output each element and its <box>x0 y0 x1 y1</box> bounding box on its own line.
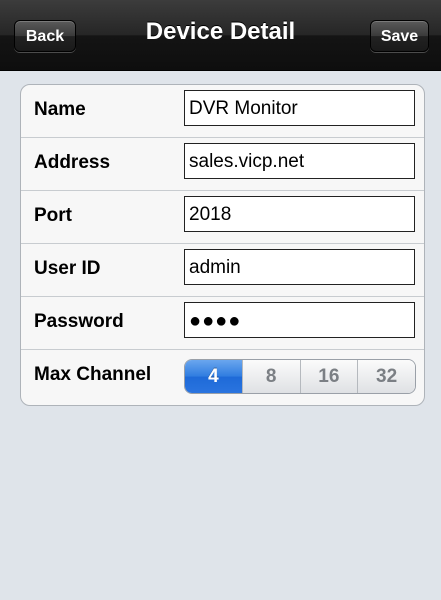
max-channel-segmented-control: 4 8 16 32 <box>184 359 416 394</box>
password-field[interactable]: ●●●● <box>184 302 415 338</box>
form-row-user-id: User ID admin <box>21 244 424 297</box>
device-form: Name DVR Monitor Address sales.vicp.net … <box>20 84 425 406</box>
password-label: Password <box>34 311 124 332</box>
max-channel-label: Max Channel <box>34 364 152 385</box>
channel-option-32[interactable]: 32 <box>357 360 415 393</box>
channel-option-8[interactable]: 8 <box>241 360 300 393</box>
address-field[interactable]: sales.vicp.net <box>184 143 415 179</box>
form-row-port: Port 2018 <box>21 191 424 244</box>
channel-option-16[interactable]: 16 <box>299 360 358 393</box>
user-id-label: User ID <box>34 258 101 279</box>
form-row-max-channel: Max Channel 4 8 16 32 <box>21 350 424 405</box>
port-label: Port <box>34 205 72 226</box>
name-label: Name <box>34 99 86 120</box>
name-field[interactable]: DVR Monitor <box>184 90 415 126</box>
address-label: Address <box>34 152 111 173</box>
channel-option-4[interactable]: 4 <box>185 360 242 393</box>
navigation-bar: Back Device Detail Save <box>0 0 441 71</box>
form-row-password: Password ●●●● <box>21 297 424 350</box>
save-button[interactable]: Save <box>370 20 429 52</box>
form-row-address: Address sales.vicp.net <box>21 138 424 191</box>
form-row-name: Name DVR Monitor <box>21 85 424 138</box>
user-id-field[interactable]: admin <box>184 249 415 285</box>
port-field[interactable]: 2018 <box>184 196 415 232</box>
device-detail-screen: Back Device Detail Save Name DVR Monitor… <box>0 0 441 600</box>
